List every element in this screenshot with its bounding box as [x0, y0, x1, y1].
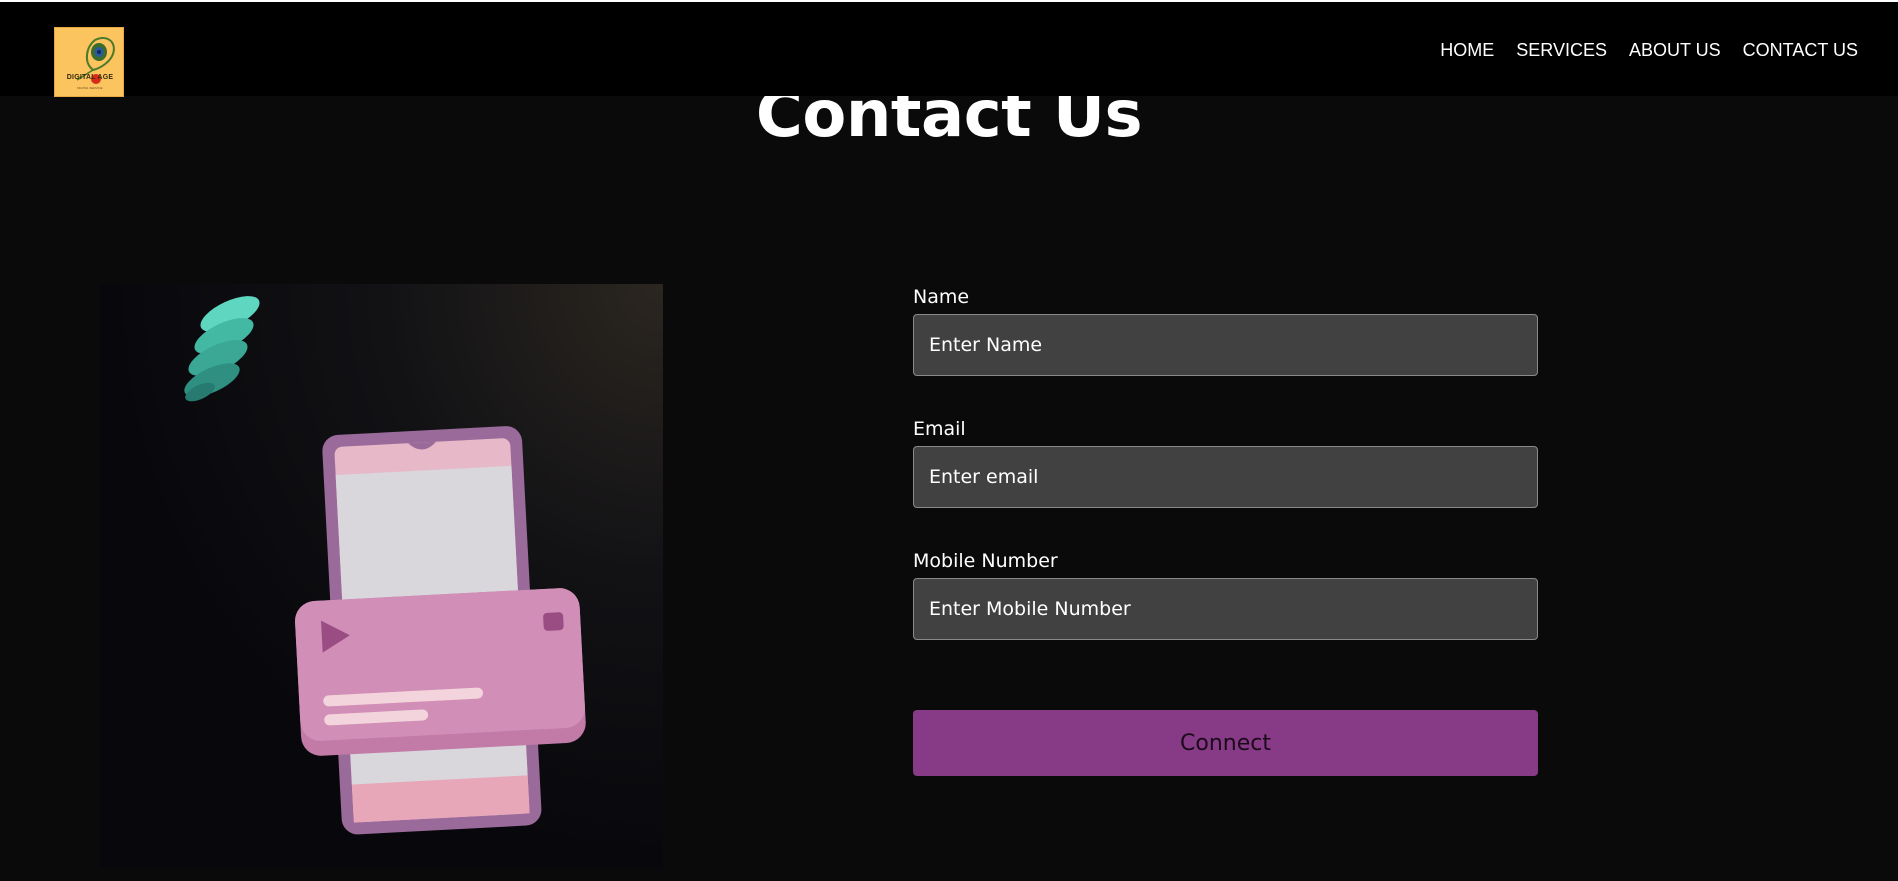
name-field[interactable] — [913, 314, 1538, 376]
nav-home[interactable]: HOME — [1440, 40, 1494, 61]
phone-video-card-illustration — [184, 296, 586, 835]
connect-button[interactable]: Connect — [913, 710, 1538, 776]
spring-icon — [184, 296, 260, 402]
logo-text: DIGITAL AGE — [66, 74, 114, 81]
mobile-label: Mobile Number — [913, 550, 1058, 572]
video-card-icon — [295, 588, 586, 756]
nav-about-us[interactable]: ABOUT US — [1629, 40, 1721, 61]
logo[interactable]: DIGITAL AGE DIGITAL SERVICE — [54, 27, 124, 97]
name-label: Name — [913, 286, 970, 308]
nav-contact-us[interactable]: CONTACT US — [1743, 40, 1858, 61]
navbar: DIGITAL AGE DIGITAL SERVICE HOME SERVICE… — [0, 2, 1898, 97]
email-field[interactable] — [913, 446, 1538, 508]
logo-subtext: DIGITAL SERVICE — [77, 86, 103, 90]
mobile-number-field[interactable] — [913, 578, 1538, 640]
nav-services[interactable]: SERVICES — [1516, 40, 1607, 61]
contact-illustration — [100, 284, 663, 868]
email-label: Email — [913, 418, 966, 440]
main-nav: HOME SERVICES ABOUT US CONTACT US — [1418, 40, 1858, 61]
close-icon — [543, 612, 564, 631]
